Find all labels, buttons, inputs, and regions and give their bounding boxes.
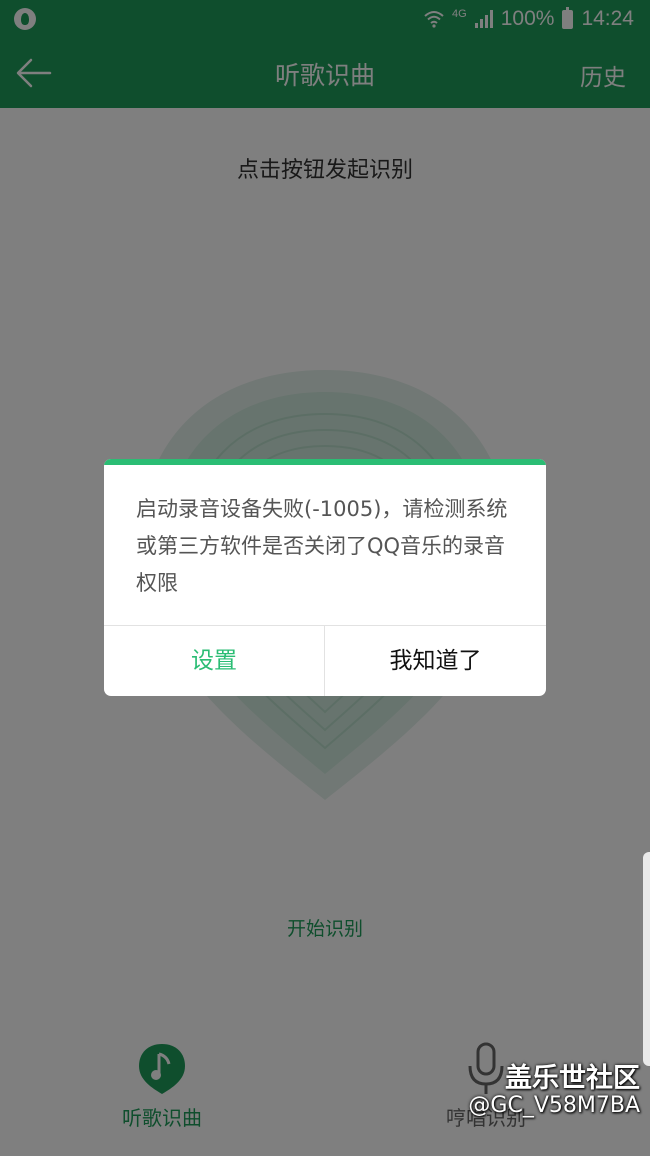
- watermark-title: 盖乐世社区: [505, 1063, 640, 1094]
- edge-panel-handle[interactable]: [643, 852, 650, 1066]
- watermark-user: @GC_V58M7BA: [468, 1092, 640, 1118]
- watermark: 盖乐世社区 @GC_V58M7BA: [468, 1064, 640, 1118]
- dialog-message: 启动录音设备失败(-1005)，请检测系统或第三方软件是否关闭了QQ音乐的录音权…: [136, 497, 508, 595]
- settings-button[interactable]: 设置: [104, 626, 324, 696]
- dialog-accent-bar: [104, 459, 546, 465]
- got-it-button[interactable]: 我知道了: [325, 626, 546, 696]
- permission-error-dialog: 启动录音设备失败(-1005)，请检测系统或第三方软件是否关闭了QQ音乐的录音权…: [104, 459, 546, 696]
